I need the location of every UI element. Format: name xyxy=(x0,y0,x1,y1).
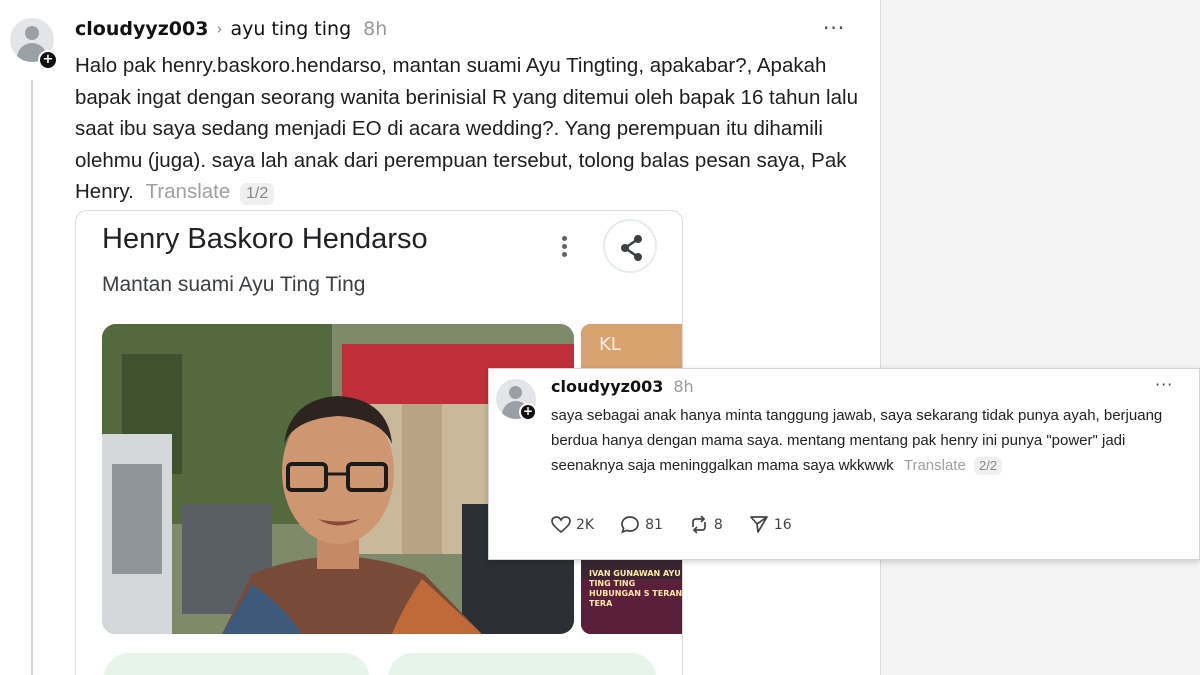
reply-page-indicator: 2/2 xyxy=(974,457,1003,475)
right-side-panel xyxy=(880,0,1200,675)
reply-time: 8h xyxy=(673,377,694,396)
related-chip-1[interactable] xyxy=(104,653,369,675)
kebab-icon[interactable] xyxy=(554,233,574,261)
like-count: 2K xyxy=(576,516,595,533)
person-icon-head xyxy=(509,386,522,399)
post-text: Halo pak henry.baskoro.hendarso, mantan … xyxy=(75,50,865,208)
chevron-right-icon: › xyxy=(216,20,223,38)
reply-to-username[interactable]: ayu ting ting xyxy=(230,18,351,40)
send-button[interactable]: 16 xyxy=(749,515,792,534)
repost-icon xyxy=(692,515,706,534)
repost-count: 8 xyxy=(713,516,723,533)
reply-more-icon[interactable]: ··· xyxy=(1155,375,1173,394)
card-title: Henry Baskoro Hendarso xyxy=(102,223,428,255)
person-icon-head xyxy=(25,26,39,40)
reply-username[interactable]: cloudyyz003 xyxy=(551,377,663,396)
share-button[interactable] xyxy=(603,219,657,273)
like-button[interactable]: 2K xyxy=(551,515,595,534)
thumbnail-caption: IVAN GUNAWAN AYU TING TING HUBUNGAN S TE… xyxy=(589,569,683,608)
heart-icon xyxy=(551,515,571,533)
send-icon xyxy=(749,516,768,533)
more-options-icon[interactable]: ··· xyxy=(823,16,845,40)
repost-button[interactable]: 8 xyxy=(689,515,723,534)
reply-popup: + cloudyyz003 8h ··· saya sebagai anak h… xyxy=(488,368,1200,560)
share-count: 16 xyxy=(773,516,792,533)
card-subtitle: Mantan suami Ayu Ting Ting xyxy=(102,273,366,296)
reply-actions: 2K 81 8 16 xyxy=(551,515,818,534)
comment-button[interactable]: 81 xyxy=(620,515,663,534)
post-time: 8h xyxy=(363,18,388,40)
post-header: cloudyyz003 › ayu ting ting 8h xyxy=(75,16,387,42)
plus-icon[interactable]: + xyxy=(38,50,58,70)
comment-count: 81 xyxy=(645,516,663,533)
kl-logo: KL xyxy=(599,334,621,355)
related-chip-2[interactable] xyxy=(388,653,656,675)
translate-link[interactable]: Translate xyxy=(146,180,231,203)
thread-line xyxy=(31,80,33,675)
reply-text: saya sebagai anak hanya minta tanggung j… xyxy=(551,403,1181,478)
plus-icon[interactable]: + xyxy=(519,403,537,421)
comment-icon xyxy=(621,516,639,534)
reply-body: saya sebagai anak hanya minta tanggung j… xyxy=(551,407,1163,474)
username[interactable]: cloudyyz003 xyxy=(75,18,208,40)
reply-header: cloudyyz003 8h xyxy=(551,377,694,396)
reply-translate-link[interactable]: Translate xyxy=(904,457,966,474)
share-icon xyxy=(621,235,642,261)
page-indicator: 1/2 xyxy=(239,183,275,205)
